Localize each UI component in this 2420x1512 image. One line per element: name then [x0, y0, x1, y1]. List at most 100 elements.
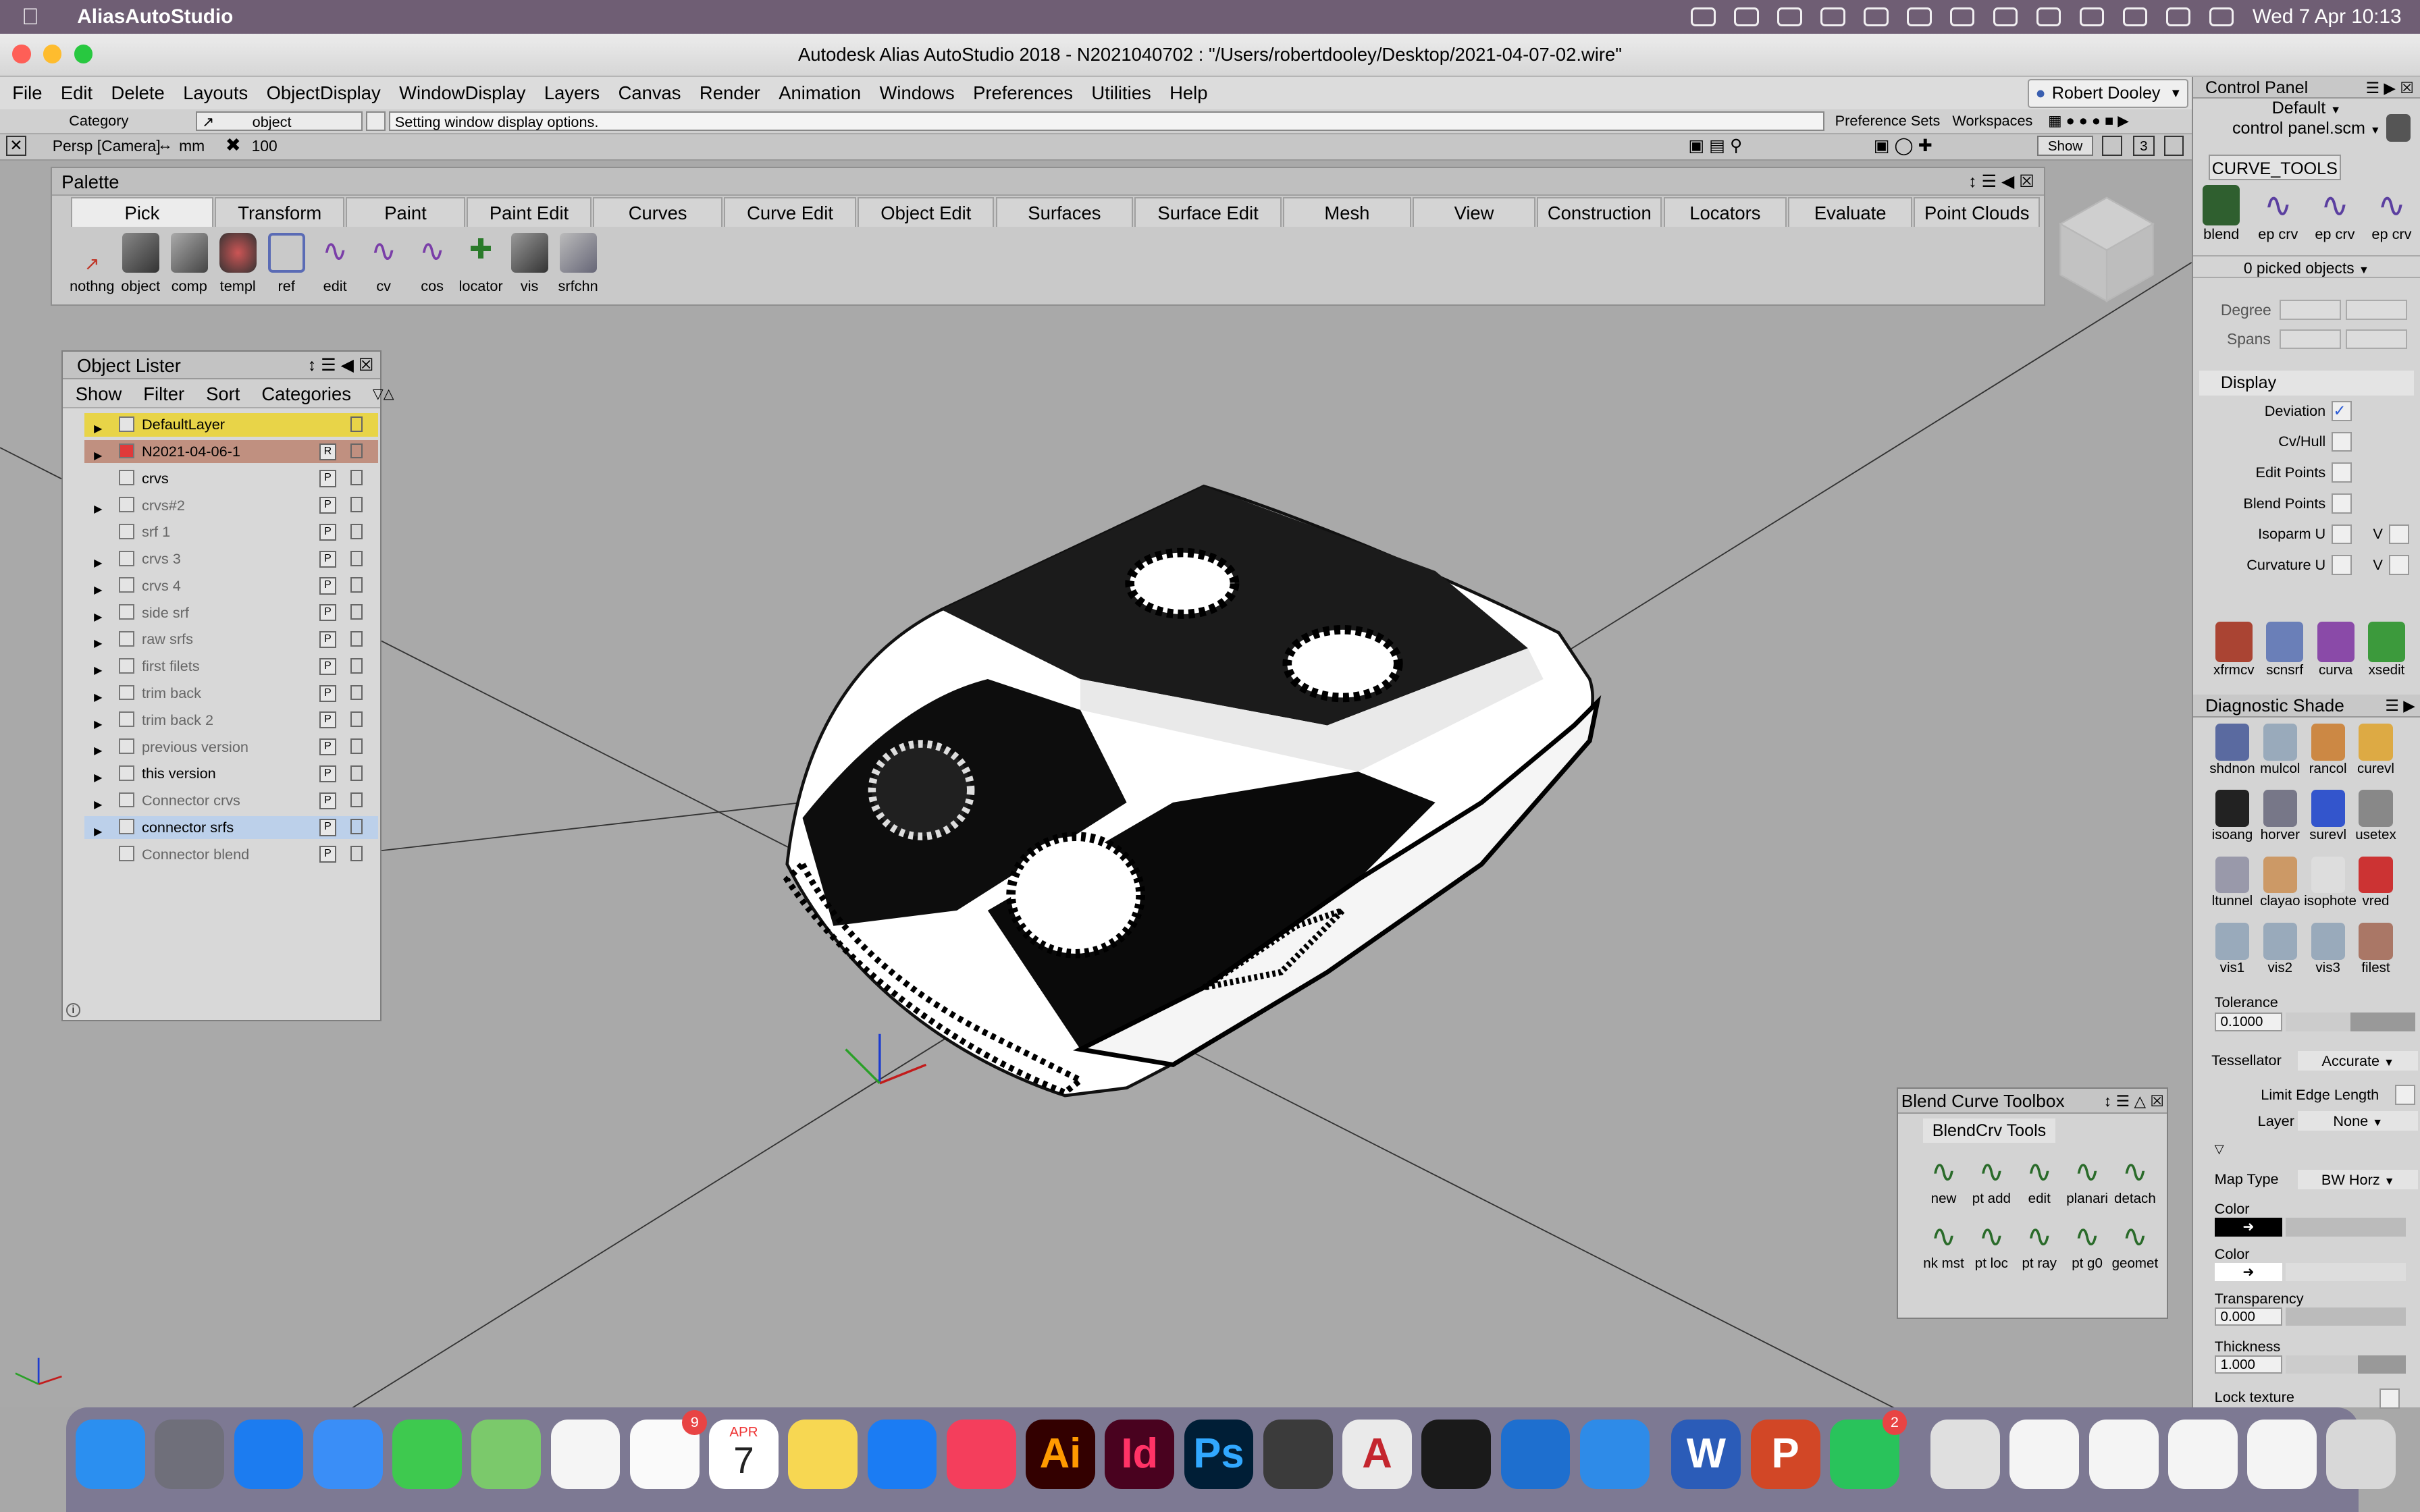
lister-row[interactable]: Connector blend P — [84, 843, 377, 866]
control-panel-window-controls[interactable]: ☰ ▶ ☒ — [2366, 77, 2414, 99]
blend-tool-0[interactable]: ∿ new — [1920, 1154, 1968, 1218]
tab-paint-edit[interactable]: Paint Edit — [466, 197, 592, 227]
option-checkbox[interactable]: ✓ — [2332, 400, 2352, 421]
row-checkbox[interactable] — [118, 846, 134, 862]
lister-row[interactable]: ▶ trim back 2P — [84, 709, 377, 732]
visibility-box[interactable] — [350, 738, 363, 754]
row-checkbox[interactable] — [118, 684, 134, 701]
display-section-header[interactable]: Display — [2199, 371, 2414, 396]
option-checkbox[interactable] — [2332, 524, 2352, 545]
dock-reminders[interactable]: 9 — [629, 1410, 708, 1489]
control-center-icon[interactable] — [2165, 7, 2191, 26]
dock-document-1[interactable] — [2009, 1419, 2080, 1489]
diag-tool-curevl[interactable]: curevl — [2352, 723, 2400, 790]
tool-nothing[interactable]: ↗ nothng — [68, 233, 116, 295]
tool-locator[interactable]: ✚ locator — [456, 233, 505, 295]
row-checkbox[interactable] — [118, 631, 134, 647]
tab-surfaces[interactable]: Surfaces — [995, 197, 1134, 227]
lister-row[interactable]: ▶ trim back P — [84, 682, 377, 705]
expand-arrow-icon[interactable]: ▶ — [94, 579, 102, 602]
visibility-box[interactable] — [350, 792, 363, 808]
close-view-icon[interactable]: ✕ — [6, 136, 26, 156]
visibility-box[interactable] — [350, 711, 363, 728]
menu-preferences[interactable]: Preferences — [973, 82, 1073, 104]
dock-app-store[interactable] — [867, 1419, 937, 1489]
diag-window-controls[interactable]: ☰ ▶ — [2385, 695, 2415, 716]
tool-srfchn[interactable]: srfchn — [554, 232, 602, 295]
lister-row[interactable]: ▶ first filets P — [84, 655, 377, 678]
limit-edge-checkbox[interactable] — [2395, 1084, 2415, 1105]
view-icons-right[interactable]: ▣ ◯ ✚ — [1874, 136, 1932, 156]
dock-maps[interactable] — [471, 1419, 542, 1489]
dock-keyshot[interactable] — [1500, 1419, 1571, 1489]
row-checkbox[interactable] — [118, 765, 134, 781]
diag-tool-surevl[interactable]: surevl — [2304, 790, 2352, 856]
dock-windows[interactable] — [1579, 1419, 1650, 1489]
color-slider-2[interactable] — [2285, 1262, 2406, 1281]
dock-indesign[interactable]: Id — [1105, 1419, 1175, 1489]
blend-tab[interactable]: BlendCrv Tools — [1922, 1118, 2056, 1143]
layer-state-badge[interactable]: P — [319, 497, 336, 514]
diag-tool-clayao[interactable]: clayao — [2256, 856, 2304, 923]
tab-view[interactable]: View — [1413, 197, 1535, 227]
prompt-line[interactable]: Setting window display options. — [388, 111, 1824, 132]
tool-cos[interactable]: ∿ cos — [408, 233, 456, 295]
shelf-tab-curve-tools[interactable]: CURVE_TOOLS — [2208, 154, 2342, 181]
tool-comp[interactable]: comp — [165, 232, 213, 295]
expand-arrow-icon[interactable]: ▶ — [94, 713, 102, 736]
menu-layers[interactable]: Layers — [544, 82, 600, 104]
lister-row[interactable]: ▶ crvs 4P — [84, 574, 377, 597]
expand-arrow-icon[interactable]: ▶ — [94, 552, 102, 575]
dock-powerpoint[interactable]: P — [1750, 1419, 1820, 1489]
shelf-xsedit[interactable]: xsedit — [2361, 622, 2412, 678]
dock-photos[interactable] — [550, 1419, 621, 1489]
expand-arrow-icon[interactable]: ▶ — [94, 632, 102, 655]
visibility-box[interactable] — [350, 577, 363, 593]
tab-locators[interactable]: Locators — [1663, 197, 1787, 227]
row-checkbox[interactable] — [118, 711, 134, 728]
view-icons-left[interactable]: ▣ ▤ ⚲ — [1689, 136, 1743, 156]
row-checkbox[interactable] — [118, 577, 134, 593]
visibility-box[interactable] — [350, 819, 363, 835]
visibility-box[interactable] — [350, 523, 363, 539]
layer-state-badge[interactable]: P — [319, 765, 336, 782]
menu-windowdisplay[interactable]: WindowDisplay — [399, 82, 525, 104]
diag-tool-usetex[interactable]: usetex — [2352, 790, 2400, 856]
tab-object-edit[interactable]: Object Edit — [858, 197, 995, 227]
lister-row[interactable]: ▶ raw srfs P — [84, 628, 377, 651]
maximize-view-icon[interactable] — [2163, 136, 2184, 156]
row-checkbox[interactable] — [118, 550, 134, 566]
preference-sets-button[interactable]: Preference Sets — [1831, 111, 1942, 132]
diag-tool-horver[interactable]: horver — [2256, 790, 2304, 856]
control-panel-preset-dropdown[interactable]: Default ▼ — [2193, 99, 2420, 119]
dock-rhino[interactable] — [1263, 1419, 1333, 1489]
dock-alias-autostudio[interactable]: A — [1342, 1419, 1412, 1489]
blend-tool-8[interactable]: ∿ pt g0 — [2063, 1218, 2111, 1283]
layer-state-badge[interactable]: P — [319, 523, 336, 541]
row-checkbox[interactable] — [118, 416, 134, 432]
tab-paint[interactable]: Paint — [346, 197, 465, 227]
workspace-icons[interactable]: ▦ ● ● ● ■ ▶ — [2043, 111, 2188, 132]
menu-file[interactable]: File — [12, 82, 42, 104]
visibility-box[interactable] — [350, 765, 363, 781]
layer-state-badge[interactable]: P — [319, 819, 336, 836]
diag-tool-filest[interactable]: filest — [2352, 922, 2400, 989]
expand-arrow-icon[interactable]: ▶ — [94, 794, 102, 817]
visibility-box[interactable] — [350, 470, 363, 486]
lister-menu-categories[interactable]: Categories — [261, 379, 351, 407]
shelf-scnsrf[interactable]: scnsrf — [2259, 622, 2310, 678]
spotlight-icon[interactable] — [2122, 7, 2148, 26]
dock-messages[interactable] — [392, 1419, 462, 1489]
volume-icon[interactable] — [1906, 7, 1932, 26]
lister-row[interactable]: ▶ connector srfs P — [84, 815, 378, 840]
option-checkbox[interactable] — [2332, 431, 2352, 452]
shelf-ep-crv-3[interactable]: ∿ ep crv — [2363, 185, 2420, 242]
lister-row[interactable]: ▶ previous version P — [84, 736, 377, 759]
diag-tool-shdnon[interactable]: shdnon — [2209, 723, 2257, 790]
diag-tool-rancol[interactable]: rancol — [2304, 723, 2352, 790]
prompt-icon[interactable] — [365, 111, 386, 132]
layer-state-badge[interactable]: P — [319, 684, 336, 702]
dock-word[interactable]: W — [1671, 1419, 1741, 1489]
blend-tool-9[interactable]: ∿ geomet — [2111, 1218, 2159, 1283]
shelf-ep-crv-2[interactable]: ∿ ep crv — [2307, 185, 2363, 242]
